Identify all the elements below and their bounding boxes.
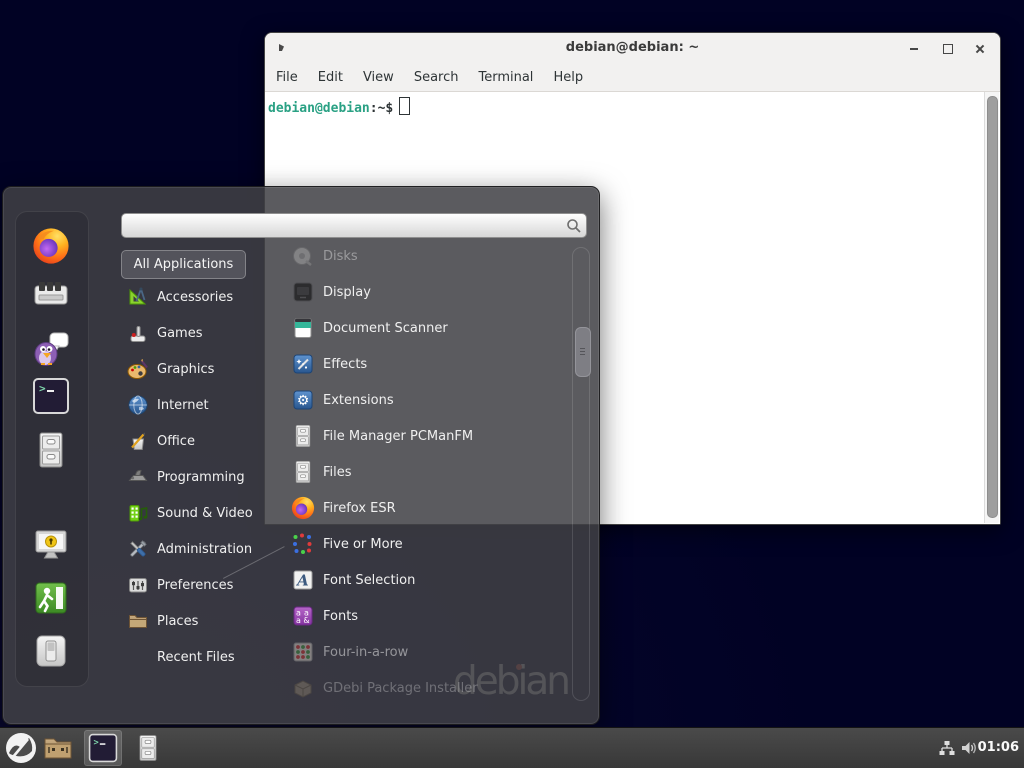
svg-text:&: & [303,616,309,625]
programming-icon [127,466,149,488]
scrollbar-thumb[interactable] [987,96,998,518]
app-document-scanner[interactable]: Document Scanner [279,310,571,346]
app-display[interactable]: Display [279,274,571,310]
category-graphics[interactable]: Graphics [119,351,284,387]
category-preferences[interactable]: Preferences [119,567,284,603]
file-manager-icon [291,424,315,448]
file-manager-launcher[interactable] [134,733,162,763]
taskbar-clock[interactable]: 01:06 [978,740,1019,755]
four-in-a-row-icon [291,640,315,664]
category-programming[interactable]: Programming [119,459,284,495]
app-font-selection[interactable]: A Font Selection [279,562,571,598]
category-internet[interactable]: Internet [119,387,284,423]
file-manager-icon[interactable] [32,431,70,469]
close-button[interactable] [972,41,988,57]
sound-video-icon [127,502,149,524]
app-firefox-esr[interactable]: Firefox ESR [279,490,571,526]
maximize-icon [943,44,953,54]
menu-file[interactable]: File [276,70,298,85]
menu-scrollbar-track[interactable] [572,247,590,701]
minimize-button[interactable] [906,41,922,57]
shell-prompt: debian@debian:~$ [268,97,410,116]
app-four-in-a-row[interactable]: Four-in-a-row [279,634,571,670]
menu-search[interactable]: Search [414,70,459,85]
search-icon [566,218,582,234]
category-sound-video[interactable]: Sound & Video [119,495,284,531]
places-icon [127,610,149,632]
fonts-icon: a a a & [291,604,315,628]
shut-down-icon[interactable] [32,632,70,670]
terminal-scrollbar[interactable] [984,92,999,523]
prompt-path: :~$ [370,101,393,116]
menu-help[interactable]: Help [553,70,583,85]
lock-screen-icon[interactable] [32,526,70,564]
app-fonts[interactable]: a a a & Fonts [279,598,571,634]
all-applications-button[interactable]: All Applications [121,250,246,279]
keyboard-icon[interactable] [32,276,70,314]
window-title: debian@debian: ~ [265,40,1000,55]
accessories-icon [127,286,149,308]
app-effects[interactable]: Effects [279,346,571,382]
svg-text:a: a [296,616,301,625]
menu-edit[interactable]: Edit [318,70,343,85]
network-icon[interactable] [938,739,956,757]
games-icon [127,322,149,344]
terminal-menubar: File Edit View Search Terminal Help [265,63,1000,92]
terminal-launcher-icon[interactable] [88,733,118,763]
graphics-icon [127,358,149,380]
menu-terminal[interactable]: Terminal [478,70,533,85]
log-out-icon[interactable] [32,579,70,617]
category-recent-files[interactable]: Recent Files [119,639,284,675]
document-scanner-icon [291,316,315,340]
terminal-icon[interactable] [32,377,70,415]
app-five-or-more[interactable]: Five or More [279,526,571,562]
maximize-button[interactable] [940,41,956,57]
pidgin-icon[interactable] [32,329,70,367]
display-icon [291,280,315,304]
administration-icon [127,538,149,560]
application-menu: All Applications Accessories Games Graph… [2,186,600,725]
app-extensions[interactable]: ⚙ Extensions [279,382,571,418]
minimize-icon [910,48,918,50]
category-office[interactable]: Office [119,423,284,459]
files-folder-launcher[interactable] [42,732,74,764]
five-or-more-icon [291,532,315,556]
svg-text:A: A [295,572,309,590]
app-files[interactable]: Files [279,454,571,490]
taskbar: 01:06 [0,727,1024,768]
search-input[interactable] [121,213,587,238]
category-games[interactable]: Games [119,315,284,351]
gdebi-icon [291,676,315,700]
disks-icon [291,244,315,268]
prompt-user: debian@debian [268,101,370,116]
preferences-icon [127,574,149,596]
category-places[interactable]: Places [119,603,284,639]
app-gdebi-package-installer[interactable]: GDebi Package Installer [279,670,571,706]
extensions-icon: ⚙ [291,388,315,412]
files-icon [291,460,315,484]
close-icon [975,44,985,54]
office-icon [127,430,149,452]
terminal-cursor [399,97,410,115]
menu-button[interactable] [5,732,37,764]
svg-text:⚙: ⚙ [297,393,310,409]
terminal-titlebar[interactable]: debian@debian: ~ [265,33,1000,64]
category-accessories[interactable]: Accessories [119,279,284,315]
category-administration[interactable]: Administration [119,531,284,567]
firefox-icon [291,496,315,520]
firefox-icon[interactable] [32,227,70,265]
menu-scrollbar-thumb[interactable] [575,327,591,377]
desktop: > debian debian@debian: ~ File Edit View… [0,0,1024,768]
menu-view[interactable]: View [363,70,394,85]
effects-icon [291,352,315,376]
app-file-manager-pcmanfm[interactable]: File Manager PCManFM [279,418,571,454]
internet-icon [127,394,149,416]
font-selection-icon: A [291,568,315,592]
volume-icon[interactable] [960,739,978,757]
app-disks[interactable]: Disks [279,238,571,274]
